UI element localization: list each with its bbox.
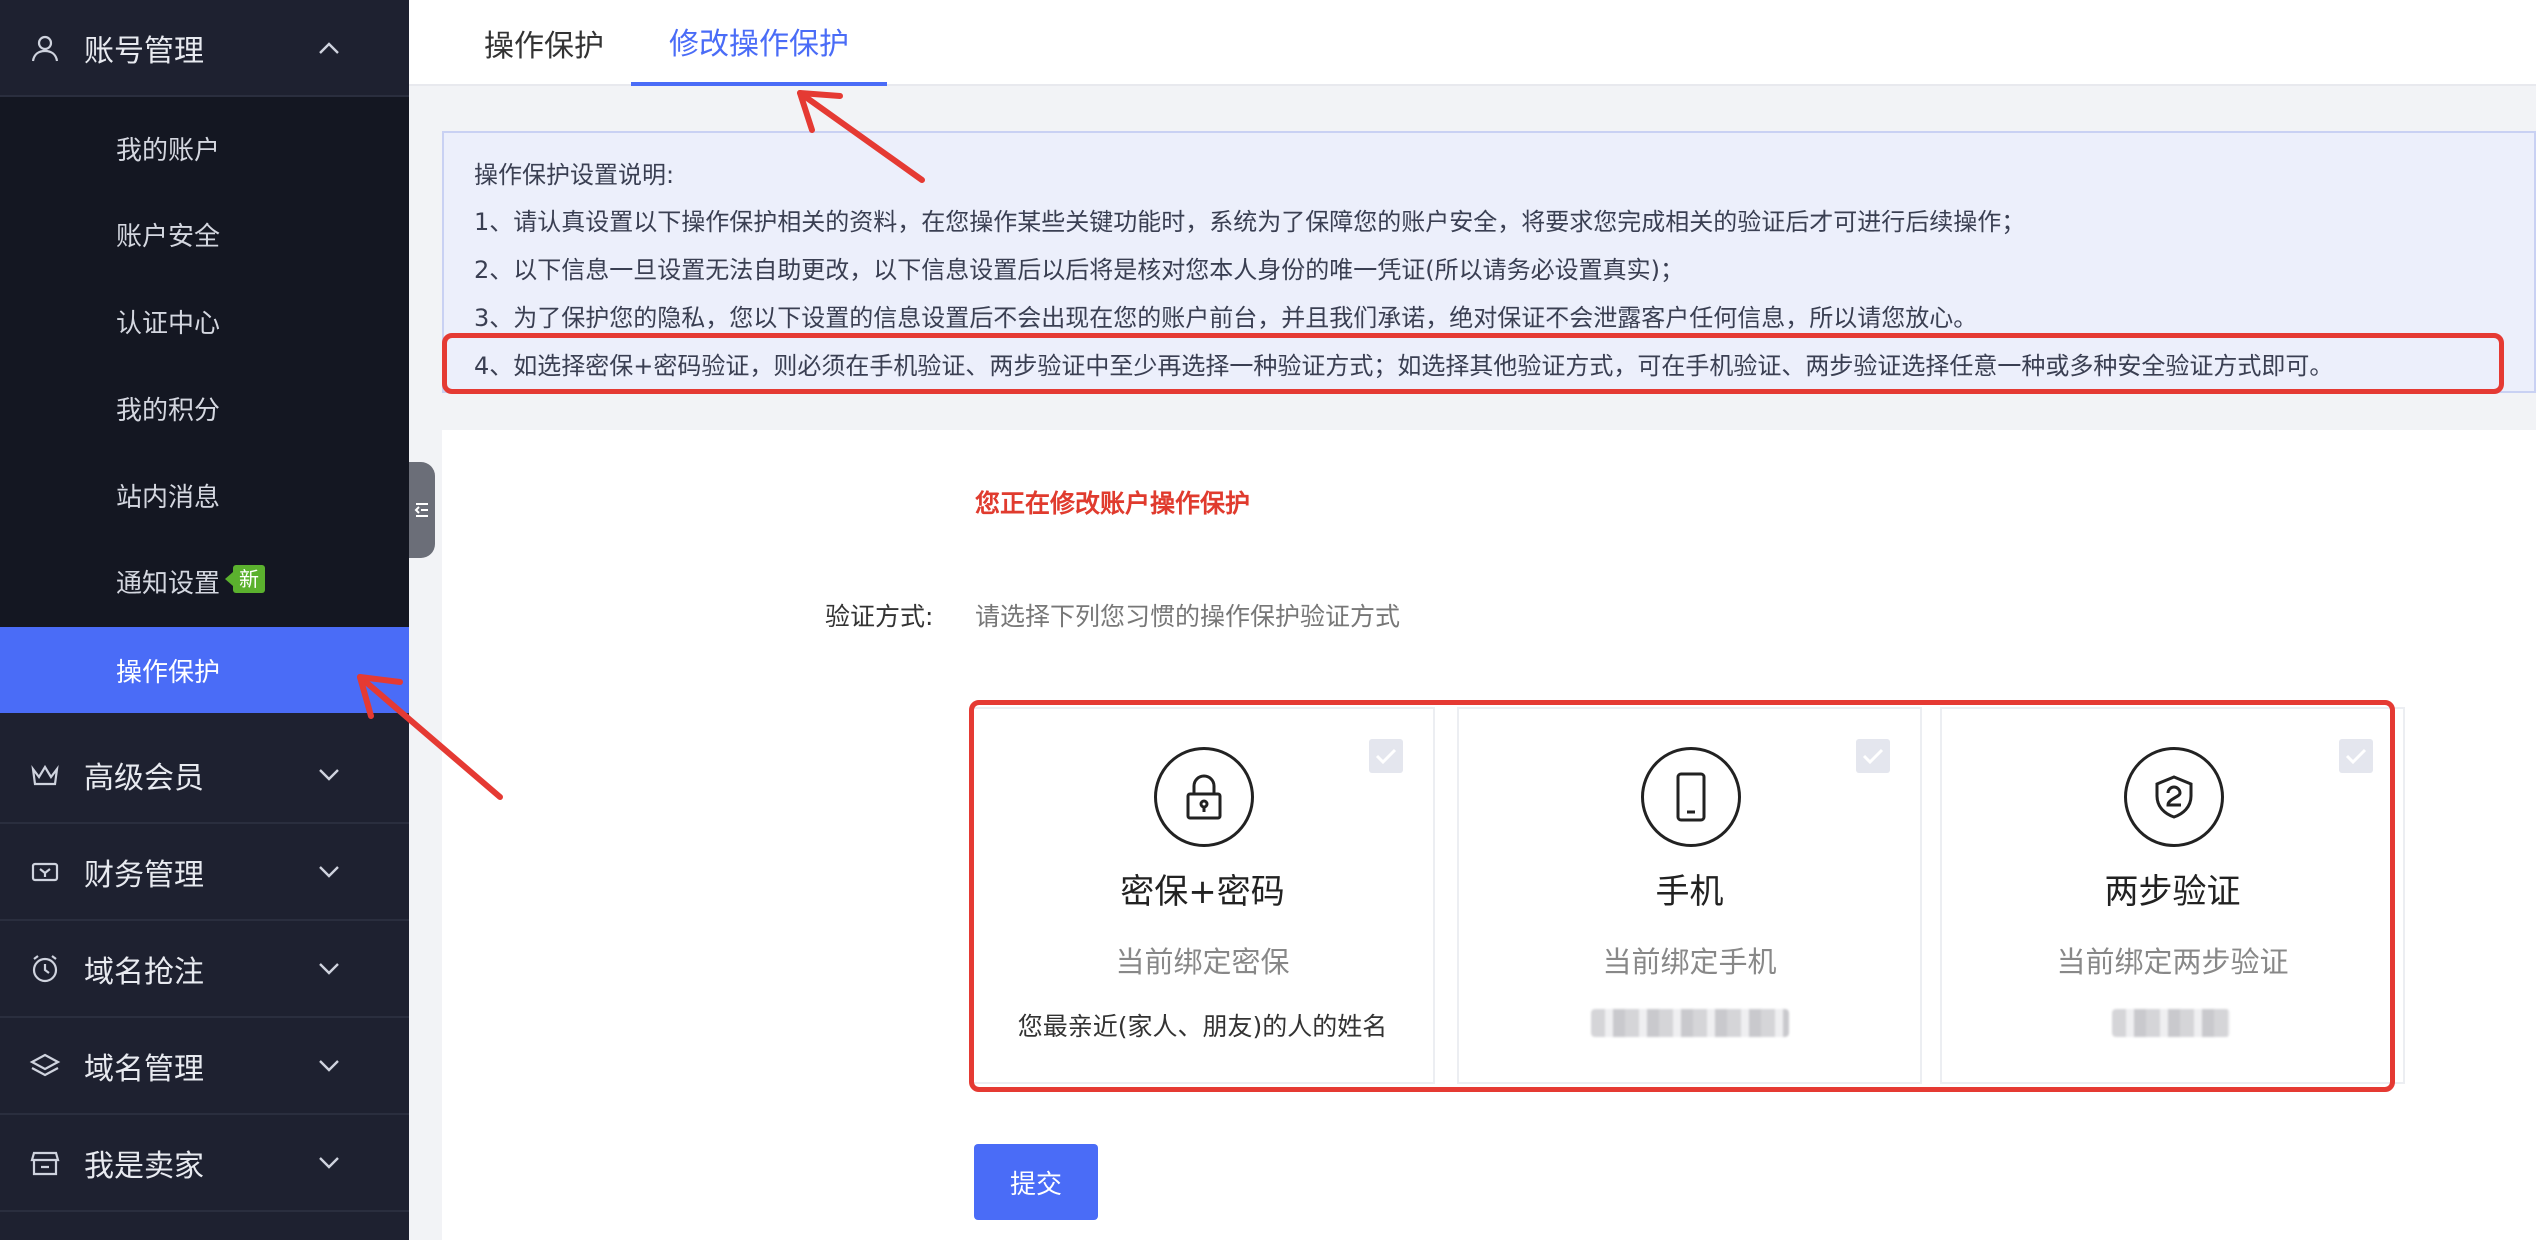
- arrow-to-tab: [797, 90, 925, 183]
- arrow-to-sidebar-item: [357, 674, 503, 800]
- annotation-arrows: [357, 90, 925, 800]
